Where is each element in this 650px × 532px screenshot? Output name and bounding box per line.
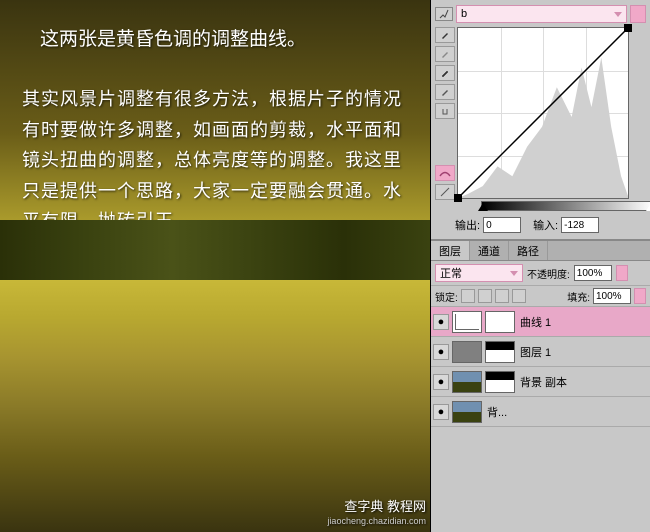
curves-tools bbox=[435, 27, 455, 211]
curve-draw-tool[interactable] bbox=[435, 184, 455, 200]
layer-row[interactable]: ● 背... bbox=[431, 397, 650, 427]
layer-row[interactable]: ● 图层 1 bbox=[431, 337, 650, 367]
overlay-body: 其实风景片调整有很多方法，根据片子的情况有时要做许多调整，如画面的剪裁，水平面和… bbox=[22, 84, 412, 237]
fill-input[interactable] bbox=[593, 288, 631, 304]
lock-label: 锁定: bbox=[435, 289, 458, 304]
lock-transparency-icon[interactable] bbox=[461, 289, 475, 303]
curves-panel: b bbox=[431, 0, 650, 240]
layer-list: ● 曲线 1 ● 图层 1 ● 背景 副本 ● 背... bbox=[431, 307, 650, 427]
document-canvas[interactable]: 这两张是黄昏色调的调整曲线。 其实风景片调整有很多方法，根据片子的情况有时要做许… bbox=[0, 0, 431, 532]
lock-all-icon[interactable] bbox=[512, 289, 526, 303]
layer-row[interactable]: ● 曲线 1 bbox=[431, 307, 650, 337]
auto-button[interactable] bbox=[630, 5, 646, 23]
opacity-label: 不透明度: bbox=[527, 266, 570, 281]
channel-dropdown[interactable]: b bbox=[456, 5, 627, 23]
input-input[interactable] bbox=[561, 217, 599, 233]
visibility-toggle[interactable]: ● bbox=[433, 374, 449, 390]
layers-panel: 图层 通道 路径 正常 不透明度: 锁定: 填充: ● bbox=[431, 240, 650, 532]
right-panel: b bbox=[431, 0, 650, 532]
eyedropper-white-icon[interactable] bbox=[435, 65, 455, 81]
mask-thumb[interactable] bbox=[485, 311, 515, 333]
curve-diagonal bbox=[458, 28, 628, 198]
landscape-strip bbox=[0, 220, 430, 280]
watermark: 查字典 教程网 jiaocheng.chazidian.com bbox=[327, 499, 426, 528]
layer-name: 图层 1 bbox=[520, 344, 551, 360]
watermark-url: jiaocheng.chazidian.com bbox=[327, 516, 426, 528]
watermark-main: 查字典 教程网 bbox=[327, 499, 426, 516]
output-label: 输出: bbox=[455, 217, 480, 233]
white-slider[interactable] bbox=[646, 203, 650, 211]
layer-thumb[interactable] bbox=[452, 401, 482, 423]
chevron-down-icon bbox=[614, 12, 622, 17]
channel-value: b bbox=[461, 8, 467, 20]
water-reflection bbox=[0, 280, 430, 532]
adjustment-thumb[interactable] bbox=[452, 311, 482, 333]
mask-thumb[interactable] bbox=[485, 341, 515, 363]
layer-name: 背... bbox=[487, 404, 507, 420]
fill-label: 填充: bbox=[567, 289, 590, 304]
visibility-toggle[interactable]: ● bbox=[433, 344, 449, 360]
tab-paths[interactable]: 路径 bbox=[509, 241, 548, 260]
fill-flyout[interactable] bbox=[634, 288, 646, 304]
opacity-input[interactable] bbox=[574, 265, 612, 281]
layer-name: 背景 副本 bbox=[520, 374, 567, 390]
input-label: 输入: bbox=[533, 217, 558, 233]
visibility-toggle[interactable]: ● bbox=[433, 314, 449, 330]
hand-icon[interactable] bbox=[435, 103, 455, 119]
mask-thumb[interactable] bbox=[485, 371, 515, 393]
blend-mode-value: 正常 bbox=[440, 265, 462, 281]
output-input[interactable] bbox=[483, 217, 521, 233]
overlay-title: 这两张是黄昏色调的调整曲线。 bbox=[40, 24, 306, 56]
tab-layers[interactable]: 图层 bbox=[431, 241, 470, 260]
visibility-toggle[interactable]: ● bbox=[433, 404, 449, 420]
blend-mode-dropdown[interactable]: 正常 bbox=[435, 264, 523, 282]
layer-thumb[interactable] bbox=[452, 371, 482, 393]
layer-thumb[interactable] bbox=[452, 341, 482, 363]
tab-channels[interactable]: 通道 bbox=[470, 241, 509, 260]
sample-icon[interactable] bbox=[435, 7, 453, 21]
curve-handle-low[interactable] bbox=[454, 194, 462, 202]
chevron-down-icon bbox=[510, 271, 518, 276]
curves-graph[interactable] bbox=[457, 27, 629, 199]
lock-position-icon[interactable] bbox=[495, 289, 509, 303]
eyedropper-black-icon[interactable] bbox=[435, 27, 455, 43]
input-gradient[interactable] bbox=[481, 201, 650, 211]
eyedropper-gray-icon[interactable] bbox=[435, 46, 455, 62]
curve-handle-high[interactable] bbox=[624, 24, 632, 32]
opacity-flyout[interactable] bbox=[616, 265, 628, 281]
layer-name: 曲线 1 bbox=[520, 314, 551, 330]
lock-pixels-icon[interactable] bbox=[478, 289, 492, 303]
pencil-icon[interactable] bbox=[435, 84, 455, 100]
curve-point-tool[interactable] bbox=[435, 165, 455, 181]
panel-tabs: 图层 通道 路径 bbox=[431, 241, 650, 261]
layer-row[interactable]: ● 背景 副本 bbox=[431, 367, 650, 397]
black-slider[interactable] bbox=[478, 203, 488, 211]
